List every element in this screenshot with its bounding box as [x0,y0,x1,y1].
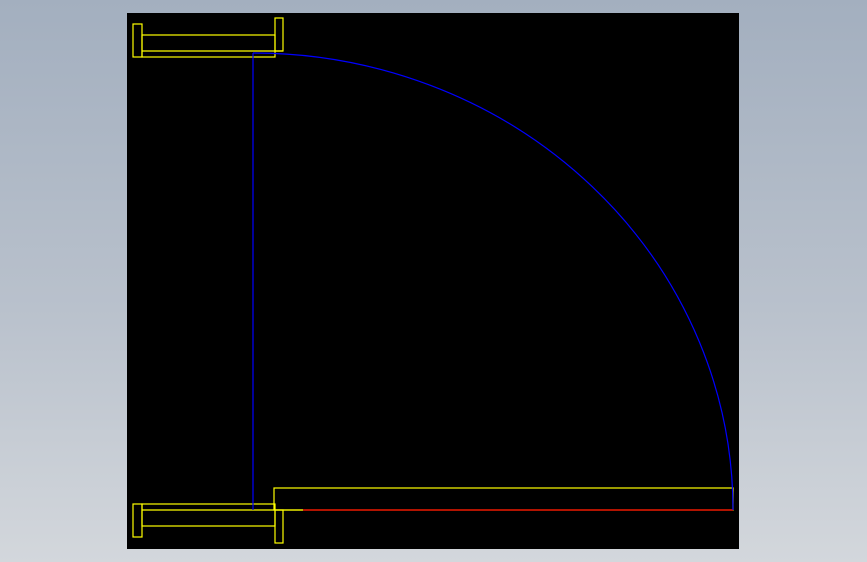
bottom-flange-end-plate [132,503,143,538]
top-flange [132,17,284,58]
bottom-flange-body [141,503,276,527]
elbow-outer-arc [252,52,734,511]
cad-viewport [0,0,867,562]
top-flange-collar [274,17,284,52]
elbow-outline [252,52,734,511]
elbow-drawing [132,17,734,544]
bottom-flange-collar [274,509,284,544]
top-flange-body [141,34,276,58]
bottom-outlet-strip [273,487,734,511]
top-flange-end-plate [132,23,143,58]
